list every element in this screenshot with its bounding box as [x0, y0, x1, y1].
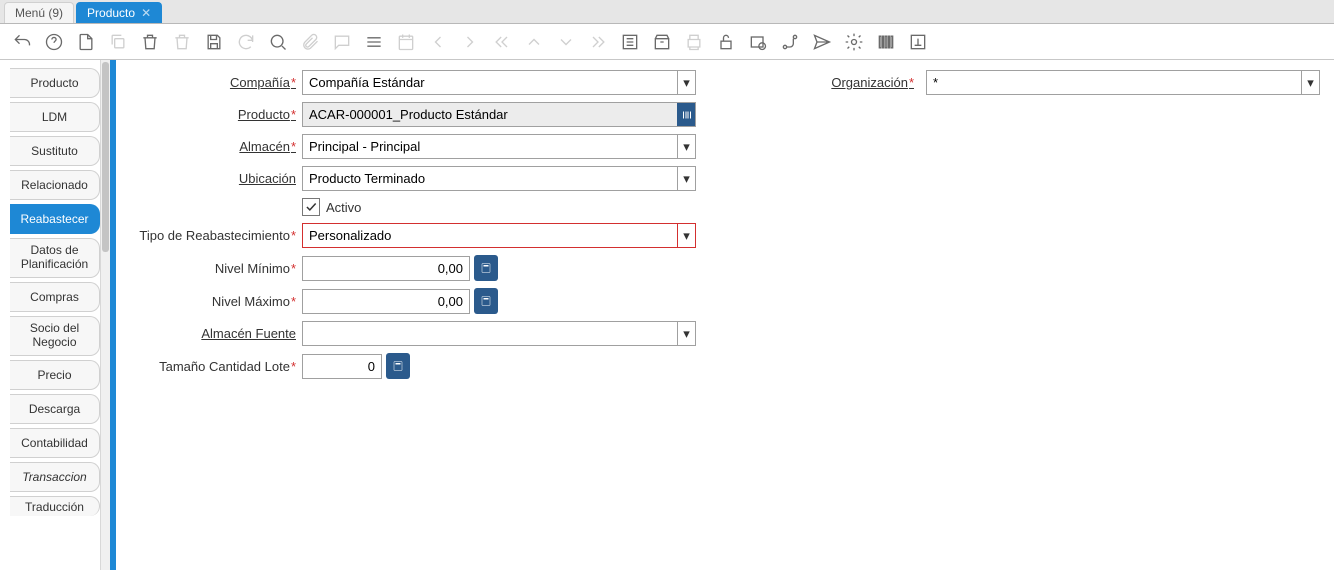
sidebar-label: Datos de — [30, 244, 78, 258]
tab-producto[interactable]: Producto ✕ — [76, 2, 162, 23]
send-icon[interactable] — [810, 30, 834, 54]
input-almfuente[interactable] — [303, 322, 677, 345]
sidebar-item-planificacion[interactable]: Datos de Planificación — [10, 238, 100, 278]
dropdown-icon[interactable]: ▾ — [1301, 71, 1319, 94]
save-icon[interactable] — [202, 30, 226, 54]
checkbox-activo[interactable] — [302, 198, 320, 216]
delete-sel-icon — [170, 30, 194, 54]
main-area: Producto LDM Sustituto Relacionado Reaba… — [0, 60, 1334, 570]
sidebar-item-socio[interactable]: Socio del Negocio — [10, 316, 100, 356]
label-organizacion: Organización* — [831, 75, 920, 90]
sidebar-item-relacionado[interactable]: Relacionado — [10, 170, 100, 200]
combo-ubicacion[interactable]: ▾ — [302, 166, 696, 191]
label-nivelmax: Nivel Máximo* — [130, 294, 302, 309]
combo-tipo-reabastecimiento[interactable]: ▾ — [302, 223, 696, 248]
sidebar-item-transacciones[interactable]: Transaccion — [10, 462, 100, 492]
dropdown-icon[interactable]: ▾ — [677, 167, 695, 190]
combo-organizacion[interactable]: ▾ — [926, 70, 1320, 95]
workflow-icon[interactable] — [778, 30, 802, 54]
new-icon[interactable] — [74, 30, 98, 54]
label-compania: Compañía* — [130, 75, 302, 90]
sidebar-wrap: Producto LDM Sustituto Relacionado Reaba… — [0, 60, 116, 570]
tab-menu[interactable]: Menú (9) — [4, 2, 74, 23]
combo-producto[interactable] — [302, 102, 696, 127]
copy-icon — [106, 30, 130, 54]
sidebar-label: Negocio — [32, 336, 76, 350]
tab-label: Producto — [87, 6, 135, 20]
grid-icon[interactable] — [362, 30, 386, 54]
help-icon[interactable] — [42, 30, 66, 54]
sidebar-item-traduccion[interactable]: Traducción — [10, 496, 100, 516]
input-producto — [303, 103, 677, 126]
sidebar-item-compras[interactable]: Compras — [10, 282, 100, 312]
zoom-icon[interactable] — [746, 30, 770, 54]
input-compania[interactable] — [303, 71, 677, 94]
archive-icon[interactable] — [650, 30, 674, 54]
dropdown-icon[interactable]: ▾ — [677, 322, 695, 345]
input-tipo[interactable] — [303, 224, 677, 247]
last-icon — [586, 30, 610, 54]
delete-icon[interactable] — [138, 30, 162, 54]
active-indicator-bar — [110, 60, 116, 570]
sidebar-item-precio[interactable]: Precio — [10, 360, 100, 390]
attach-icon — [298, 30, 322, 54]
sidebar-item-ldm[interactable]: LDM — [10, 102, 100, 132]
input-tamlote[interactable] — [302, 354, 382, 379]
label-almfuente: Almacén Fuente — [130, 326, 302, 341]
report-icon[interactable] — [618, 30, 642, 54]
form-area: Compañía* ▾ Organización* ▾ Producto* — [116, 60, 1334, 570]
label-tipo: Tipo de Reabastecimiento* — [130, 228, 302, 243]
sidebar-label: Planificación — [21, 258, 88, 272]
combo-almacen[interactable]: ▾ — [302, 134, 696, 159]
label-almacen: Almacén* — [130, 139, 302, 154]
barcode-icon[interactable] — [874, 30, 898, 54]
input-almacen[interactable] — [303, 135, 677, 158]
prev-icon — [426, 30, 450, 54]
calculator-icon[interactable] — [474, 288, 498, 314]
sidebar-item-descarga[interactable]: Descarga — [10, 394, 100, 424]
search-icon[interactable] — [266, 30, 290, 54]
input-nivelmax[interactable] — [302, 289, 470, 314]
sidebar-item-reabastecer[interactable]: Reabastecer — [10, 204, 100, 234]
combo-compania[interactable]: ▾ — [302, 70, 696, 95]
label-ubicacion: Ubicación — [130, 171, 302, 186]
sidebar-label: Socio del — [30, 322, 79, 336]
toolbar — [0, 24, 1334, 60]
label-producto: Producto* — [130, 107, 302, 122]
sidebar-scrollbar[interactable] — [100, 60, 110, 570]
down-icon — [554, 30, 578, 54]
lookup-icon[interactable] — [677, 103, 695, 126]
up-icon — [522, 30, 546, 54]
input-ubicacion[interactable] — [303, 167, 677, 190]
calculator-icon[interactable] — [474, 255, 498, 281]
close-icon[interactable]: ✕ — [141, 6, 151, 20]
dropdown-icon[interactable]: ▾ — [677, 135, 695, 158]
sidebar-item-contabilidad[interactable]: Contabilidad — [10, 428, 100, 458]
info-icon[interactable] — [906, 30, 930, 54]
refresh-icon — [234, 30, 258, 54]
chat-icon — [330, 30, 354, 54]
next-icon — [458, 30, 482, 54]
calculator-icon[interactable] — [386, 353, 410, 379]
calendar-icon — [394, 30, 418, 54]
label-activo: Activo — [326, 200, 361, 215]
sidebar-item-sustituto[interactable]: Sustituto — [10, 136, 100, 166]
scroll-thumb[interactable] — [102, 62, 109, 252]
input-organizacion[interactable] — [927, 71, 1301, 94]
sidebar: Producto LDM Sustituto Relacionado Reaba… — [0, 60, 100, 570]
dropdown-icon[interactable]: ▾ — [677, 71, 695, 94]
input-nivelmin[interactable] — [302, 256, 470, 281]
sidebar-item-producto[interactable]: Producto — [10, 68, 100, 98]
combo-almfuente[interactable]: ▾ — [302, 321, 696, 346]
window-tabs: Menú (9) Producto ✕ — [0, 0, 1334, 24]
label-tamlote: Tamaño Cantidad Lote* — [130, 359, 302, 374]
label-nivelmin: Nivel Mínimo* — [130, 261, 302, 276]
print-icon — [682, 30, 706, 54]
lock-icon[interactable] — [714, 30, 738, 54]
first-icon — [490, 30, 514, 54]
undo-icon[interactable] — [10, 30, 34, 54]
gear-icon[interactable] — [842, 30, 866, 54]
dropdown-icon[interactable]: ▾ — [677, 224, 695, 247]
